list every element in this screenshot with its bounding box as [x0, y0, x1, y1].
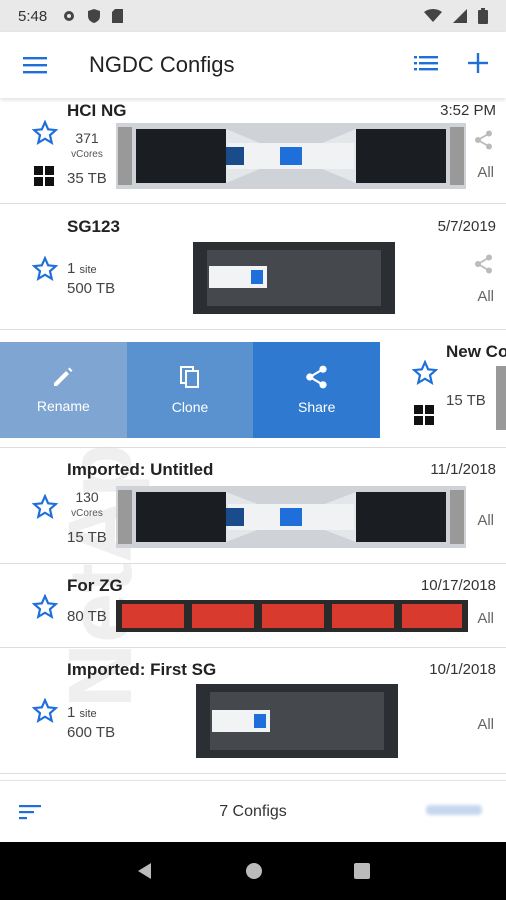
pencil-icon [54, 367, 73, 386]
wifi-icon [424, 9, 442, 22]
config-scope: All [477, 512, 494, 529]
config-date: 5/7/2019 [437, 218, 496, 235]
rename-label: Rename [36, 398, 90, 414]
rename-button[interactable]: Rename [0, 342, 127, 438]
star-icon[interactable] [412, 360, 438, 386]
sd-card-icon [112, 9, 124, 23]
config-name: Imported: Untitled [67, 460, 214, 479]
clone-button[interactable]: Clone [126, 342, 254, 438]
star-icon[interactable] [32, 594, 58, 620]
config-capacity: 15 TB [446, 392, 486, 409]
battery-icon [478, 8, 488, 24]
config-row[interactable]: SG123 5/7/2019 1 site 500 TB All [0, 204, 506, 330]
signal-icon [453, 9, 467, 23]
config-name: Imported: First SG [67, 660, 217, 679]
config-date: 10/17/2018 [420, 577, 496, 594]
app-bar: NGDC Configs [0, 32, 506, 98]
core-count: 130 [75, 489, 99, 505]
hci-device-image [496, 366, 506, 430]
config-scope: All [477, 288, 494, 305]
share-label: Share [298, 399, 336, 415]
site-unit: site [79, 264, 97, 276]
swipe-actions: Rename Clone Share [0, 342, 381, 438]
core-unit: vCores [71, 149, 103, 160]
core-count: 371 [75, 130, 99, 146]
page-title: NGDC Configs [89, 52, 235, 77]
grid-icon [414, 405, 434, 425]
menu-button[interactable] [0, 56, 70, 74]
settings-icon [64, 11, 75, 21]
config-scope: All [477, 610, 494, 627]
config-sites: 1 site [67, 260, 97, 277]
share-button[interactable]: Share [253, 342, 381, 438]
config-scope: All [477, 716, 494, 733]
hci-device-image [116, 486, 466, 548]
copy-icon [180, 366, 199, 388]
status-bar: 5:48 [0, 0, 506, 32]
config-name: New Co [446, 342, 506, 361]
config-date: 11/1/2018 [430, 461, 496, 478]
config-capacity: 80 TB [67, 608, 107, 625]
config-capacity: 600 TB [67, 724, 116, 741]
config-row[interactable]: Imported: Untitled 11/1/2018 130 vCores … [0, 448, 506, 564]
config-row[interactable]: HCI NG 3:52 PM 371 vCores 35 TB All [0, 98, 506, 204]
config-name: For ZG [67, 576, 123, 595]
add-config-button[interactable] [468, 52, 488, 78]
config-name: SG123 [67, 217, 120, 236]
back-icon[interactable] [135, 861, 155, 881]
share-icon[interactable] [474, 254, 494, 274]
sg-device-image [196, 684, 398, 758]
home-icon[interactable] [244, 861, 264, 881]
config-date: 10/1/2018 [429, 661, 496, 678]
grid-icon [34, 166, 54, 186]
blurred-username[interactable] [426, 805, 482, 815]
config-capacity: 15 TB [67, 529, 107, 546]
share-icon[interactable] [474, 130, 494, 150]
site-count: 1 [67, 260, 76, 277]
star-icon[interactable] [32, 494, 58, 520]
red-device-image [116, 600, 468, 632]
config-sites: 1 site [67, 704, 97, 721]
config-list: NetApp HCI NG 3:52 PM 371 vCores 35 TB A… [0, 98, 506, 780]
shield-icon [88, 9, 101, 23]
menu-icon [23, 57, 47, 74]
share-icon [305, 365, 327, 389]
config-capacity: 35 TB [67, 170, 107, 187]
star-icon[interactable] [32, 120, 58, 146]
sg-device-image [193, 242, 395, 314]
config-date: 3:52 PM [440, 102, 496, 119]
list-icon [414, 55, 438, 70]
core-unit: vCores [71, 508, 103, 519]
config-row[interactable]: For ZG 10/17/2018 80 TB All [0, 564, 506, 648]
config-cores: 371 vCores [67, 131, 107, 160]
site-unit: site [79, 708, 97, 720]
status-time: 5:48 [18, 7, 48, 25]
star-icon[interactable] [32, 698, 58, 724]
hci-device-image [116, 123, 466, 189]
config-cores: 130 vCores [67, 490, 107, 519]
star-icon[interactable] [32, 256, 58, 282]
config-name: HCI NG [67, 101, 127, 120]
config-row[interactable]: Imported: First SG 10/1/2018 1 site 600 … [0, 648, 506, 774]
bottom-bar: 7 Configs [0, 780, 506, 842]
config-capacity: 500 TB [67, 280, 116, 297]
clone-label: Clone [171, 399, 209, 415]
plus-icon [468, 52, 488, 73]
recents-icon[interactable] [353, 862, 371, 880]
config-scope: All [477, 164, 494, 181]
site-count: 1 [67, 704, 76, 721]
list-view-button[interactable] [414, 55, 438, 76]
system-nav-bar [0, 842, 506, 900]
